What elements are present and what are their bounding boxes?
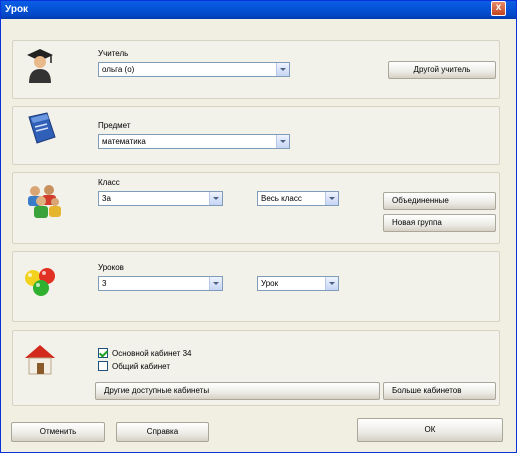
chevron-down-icon[interactable] [325, 277, 338, 290]
title-bar: Урок x [1, 1, 516, 19]
lessons-count-select[interactable]: 3 [98, 276, 223, 291]
help-button[interactable]: Справка [116, 422, 209, 442]
students-group-icon [23, 183, 63, 221]
more-rooms-button[interactable]: Больше кабинетов [383, 382, 496, 400]
close-icon: x [495, 2, 502, 13]
merged-classes-button[interactable]: Объединенные [383, 192, 496, 210]
class-select-value: 3а [102, 194, 111, 203]
class-label: Класс [98, 178, 120, 187]
class-panel: Класс 3а Весь класс Объединенные Новая г… [12, 172, 500, 244]
teacher-select-value: ольга (о) [102, 65, 135, 74]
main-room-label: Основной кабинет 34 [112, 349, 192, 358]
house-icon [23, 342, 57, 378]
other-available-rooms-button[interactable]: Другие доступные кабинеты [95, 382, 380, 400]
lesson-type-select[interactable]: Урок [257, 276, 339, 291]
chevron-down-icon[interactable] [209, 277, 222, 290]
teacher-label: Учитель [98, 49, 129, 58]
lesson-type-value: Урок [261, 279, 279, 288]
teacher-panel: Учитель ольга (о) Другой учитель [12, 40, 500, 99]
chevron-down-icon[interactable] [325, 192, 338, 205]
subject-select[interactable]: математика [98, 134, 290, 149]
subject-label: Предмет [98, 121, 131, 130]
shared-room-checkbox[interactable] [98, 361, 108, 371]
chevron-down-icon[interactable] [209, 192, 222, 205]
teacher-graduate-icon [23, 47, 57, 85]
room-panel: Основной кабинет 34 Общий кабинет Другие… [12, 330, 500, 406]
other-teacher-button[interactable]: Другой учитель [388, 61, 496, 79]
dialog-body: Учитель ольга (о) Другой учитель Предмет… [2, 19, 515, 451]
lessons-panel: Уроков 3 Урок [12, 251, 500, 322]
teacher-select[interactable]: ольга (о) [98, 62, 290, 77]
chevron-down-icon[interactable] [276, 63, 289, 76]
book-icon [23, 111, 59, 149]
lessons-count-value: 3 [102, 279, 107, 288]
cancel-button[interactable]: Отменить [11, 422, 105, 442]
class-select[interactable]: 3а [98, 191, 223, 206]
close-button[interactable]: x [491, 1, 506, 16]
subject-panel: Предмет математика [12, 106, 500, 165]
main-room-checkbox[interactable] [98, 348, 108, 358]
chevron-down-icon[interactable] [276, 135, 289, 148]
lesson-dialog: Урок x Учитель ольга (о) Другой учитель [0, 0, 517, 453]
ok-button[interactable]: ОК [357, 418, 503, 442]
window-title: Урок [5, 4, 29, 15]
lessons-label: Уроков [98, 263, 124, 272]
balls-icon [23, 266, 63, 302]
subject-select-value: математика [102, 137, 146, 146]
class-group-select[interactable]: Весь класс [257, 191, 339, 206]
new-group-button[interactable]: Новая группа [383, 214, 496, 232]
class-group-select-value: Весь класс [261, 194, 302, 203]
shared-room-label: Общий кабинет [112, 362, 170, 371]
